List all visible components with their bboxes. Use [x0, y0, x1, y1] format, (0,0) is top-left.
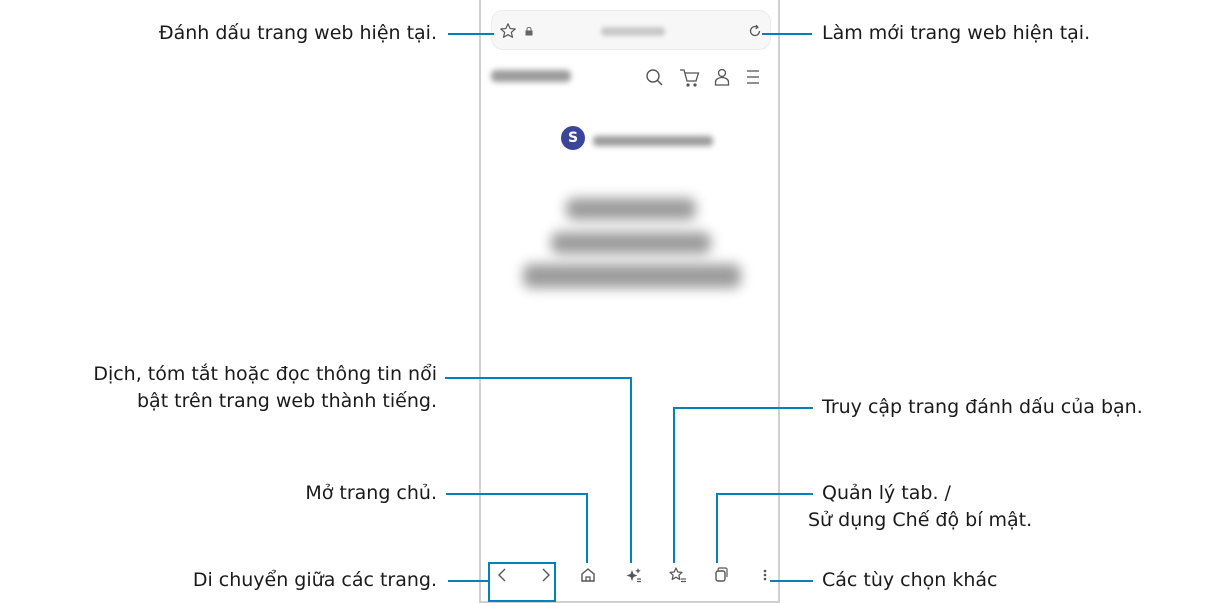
url-text	[601, 27, 665, 36]
leader-line-bookmarks-vertical	[673, 407, 675, 563]
site-header-icons	[646, 68, 759, 87]
app-name-text	[593, 136, 713, 146]
hero-text-line	[523, 264, 741, 288]
navigation-highlight-box	[488, 562, 556, 602]
lock-icon	[525, 27, 533, 36]
site-logo[interactable]	[491, 70, 571, 82]
callout-home: Mở trang chủ.	[305, 482, 437, 504]
reload-icon[interactable]	[746, 22, 764, 40]
star-list-icon[interactable]	[668, 565, 688, 585]
leader-line-bookmark	[448, 33, 494, 35]
leader-line-more	[770, 580, 813, 582]
leader-line-refresh	[762, 33, 812, 35]
search-icon[interactable]	[646, 69, 663, 86]
callout-bookmarks-access: Truy cập trang đánh dấu của bạn.	[822, 396, 1143, 418]
callout-tabs-line2: Sử dụng Chế độ bí mật.	[808, 509, 1033, 531]
leader-line-home	[446, 493, 588, 495]
hero-text-line	[566, 198, 696, 220]
leader-line-home-vertical	[586, 493, 588, 563]
callout-navigate: Di chuyển giữa các trang.	[192, 569, 437, 591]
app-badge: S	[561, 126, 585, 150]
cart-icon[interactable]	[680, 69, 700, 87]
hamburger-menu-icon[interactable]	[747, 70, 759, 84]
leader-line-tabs-vertical	[716, 493, 718, 563]
hero-text-line	[551, 232, 711, 254]
leader-line-translate-vertical	[630, 377, 632, 563]
callout-translate-line2: bật trên trang web thành tiếng.	[136, 390, 437, 412]
sparkle-icon[interactable]	[624, 565, 644, 585]
leader-line-navigate	[448, 580, 488, 582]
callout-refresh: Làm mới trang web hiện tại.	[822, 22, 1091, 44]
leader-line-tabs	[716, 493, 813, 495]
callout-translate-line1: Dịch, tóm tắt hoặc đọc thông tin nổi	[93, 363, 437, 385]
vertical-dots-icon[interactable]	[755, 565, 775, 585]
home-icon[interactable]	[578, 565, 598, 585]
tabs-icon[interactable]	[710, 565, 730, 585]
person-icon[interactable]	[714, 68, 730, 86]
callout-tabs-line1: Quản lý tab. /	[822, 482, 951, 504]
callout-bookmark-current: Đánh dấu trang web hiện tại.	[158, 22, 437, 44]
callout-more: Các tùy chọn khác	[822, 569, 998, 591]
leader-line-translate	[445, 377, 632, 379]
leader-line-bookmarks	[673, 407, 813, 409]
star-outline-icon[interactable]	[499, 22, 517, 40]
